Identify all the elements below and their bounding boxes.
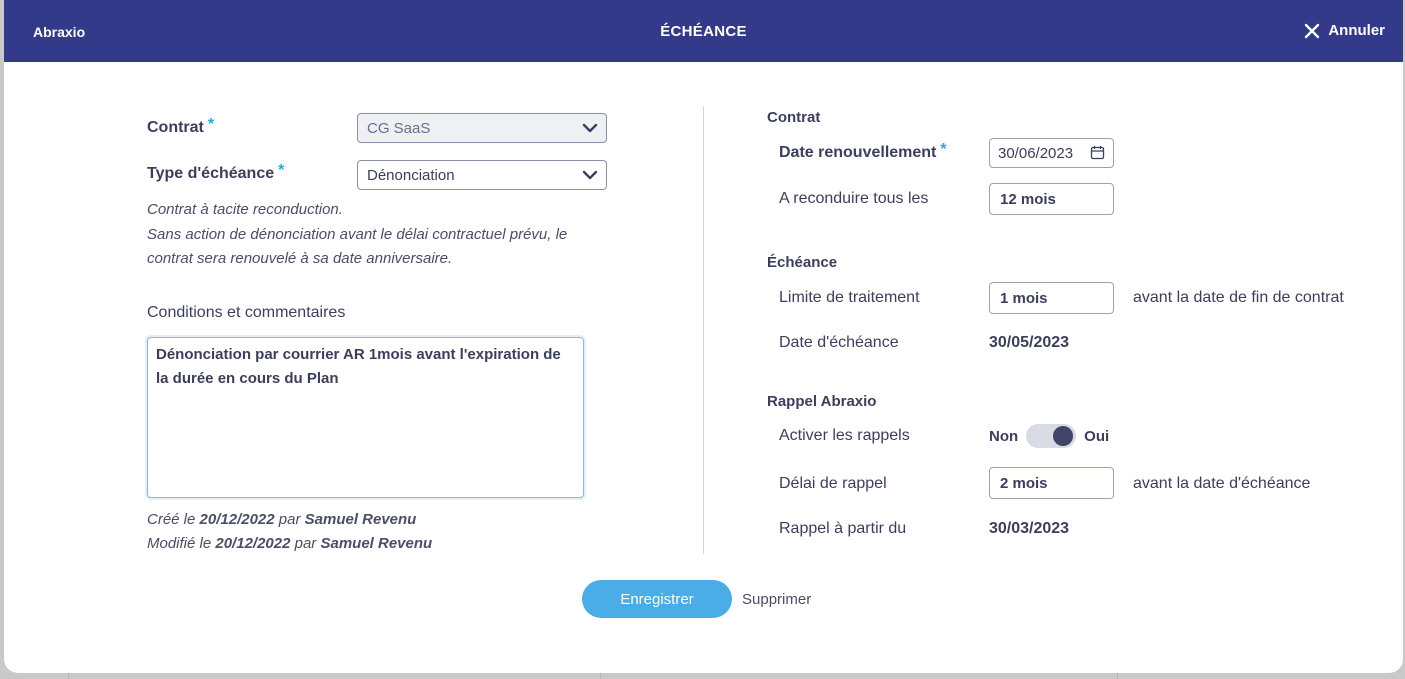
activate-reminders-label: Activer les rappels <box>779 427 910 444</box>
save-button[interactable]: Enregistrer <box>582 580 732 618</box>
renew-every-input[interactable]: 12 mois <box>989 183 1114 215</box>
renewal-date-label: Date renouvellement * <box>779 141 947 161</box>
created-info: Créé le 20/12/2022 par Samuel Revenu <box>147 511 417 528</box>
due-date-label: Date d'échéance <box>779 334 899 351</box>
contract-select-value: CG SaaS <box>367 120 431 137</box>
modal-title: ÉCHÉANCE <box>660 23 747 40</box>
delete-button[interactable]: Supprimer <box>742 591 811 608</box>
comments-label: Conditions et commentaires <box>147 304 346 321</box>
toggle-knob <box>1053 426 1074 446</box>
backdrop-divider <box>600 673 601 679</box>
modified-date: 20/12/2022 <box>215 535 291 552</box>
contract-label: Contrat * <box>147 116 215 136</box>
processing-limit-suffix: avant la date de fin de contrat <box>1133 289 1344 306</box>
renew-every-label: A reconduire tous les <box>779 190 929 207</box>
deadline-type-select[interactable]: Dénonciation <box>357 160 607 190</box>
reminder-delay-label: Délai de rappel <box>779 475 887 492</box>
processing-limit-label: Limite de traitement <box>779 289 920 306</box>
created-date: 20/12/2022 <box>199 511 275 528</box>
chevron-down-icon <box>582 170 598 180</box>
renewal-date-input[interactable]: 30/06/2023 <box>989 138 1114 168</box>
modified-user: Samuel Revenu <box>320 535 433 552</box>
deadline-section-title: Échéance <box>767 254 838 271</box>
cancel-label: Annuler <box>1328 22 1385 39</box>
deadline-type-label: Type d'échéance * <box>147 162 285 182</box>
modified-info: Modifié le 20/12/2022 par Samuel Revenu <box>147 535 433 552</box>
reminder-from-value: 30/03/2023 <box>989 520 1070 537</box>
note-line: Contrat à tacite reconduction. <box>147 201 343 218</box>
processing-limit-input[interactable]: 1 mois <box>989 282 1114 314</box>
contract-section-title: Contrat <box>767 109 821 126</box>
reminder-delay-suffix: avant la date d'échéance <box>1133 475 1311 492</box>
cancel-button[interactable]: Annuler <box>1304 22 1385 39</box>
backdrop-divider <box>68 673 69 679</box>
contract-select[interactable]: CG SaaS <box>357 113 607 143</box>
comments-textarea[interactable]: Dénonciation par courrier AR 1mois avant… <box>147 337 584 498</box>
required-mark: * <box>940 141 947 158</box>
contract-note: Contrat à tacite reconduction. Sans acti… <box>147 198 567 272</box>
due-date-value: 30/05/2023 <box>989 334 1070 351</box>
created-user: Samuel Revenu <box>304 511 417 528</box>
reminder-toggle-group: Non Oui <box>989 424 1109 448</box>
backdrop-divider <box>1117 673 1118 679</box>
close-icon <box>1304 23 1320 39</box>
modal-header: Abraxio ÉCHÉANCE Annuler <box>4 0 1403 62</box>
column-divider <box>703 106 704 554</box>
required-mark: * <box>207 116 215 133</box>
reminder-from-label: Rappel à partir du <box>779 520 907 537</box>
deadline-modal: Abraxio ÉCHÉANCE Annuler Contrat * CG Saa… <box>4 0 1403 673</box>
reminder-delay-input[interactable]: 2 mois <box>989 467 1114 499</box>
reminder-section-title: Rappel Abraxio <box>767 393 877 410</box>
deadline-type-select-value: Dénonciation <box>367 167 455 184</box>
toggle-on-label: Oui <box>1084 427 1110 445</box>
required-mark: * <box>278 162 285 179</box>
calendar-icon[interactable] <box>1090 145 1105 160</box>
chevron-down-icon <box>582 123 598 133</box>
note-line: Sans action de dénonciation avant le dél… <box>147 225 568 243</box>
note-line: contrat sera renouvelé à sa date anniver… <box>147 250 453 267</box>
toggle-off-label: Non <box>989 427 1019 445</box>
renewal-date-value: 30/06/2023 <box>998 145 1074 162</box>
reminder-toggle[interactable] <box>1026 424 1077 448</box>
